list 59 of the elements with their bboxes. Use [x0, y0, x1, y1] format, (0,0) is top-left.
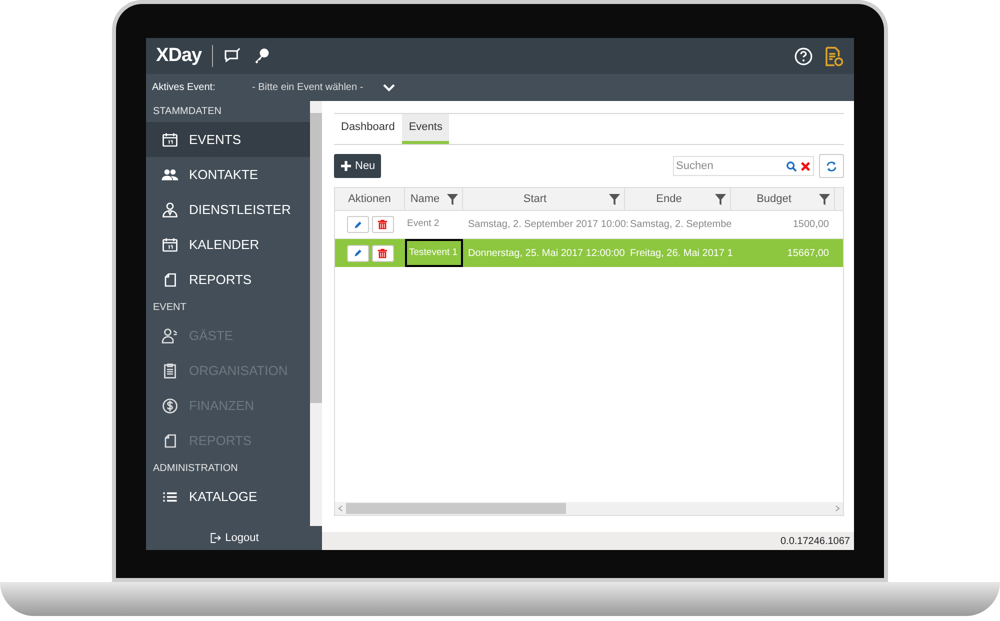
delete-button[interactable]	[372, 244, 394, 262]
sidebar-item[interactable]: KATALOGE	[146, 479, 310, 514]
table-cell-text: Freitag, 26. Mai 2017 1	[629, 246, 731, 260]
sidebar-item[interactable]: REPORTS	[146, 262, 310, 297]
sidebar-item[interactable]: KONTAKTE	[146, 157, 310, 192]
table-cell-text: 15667,00	[786, 246, 830, 260]
help-icon[interactable]	[794, 46, 813, 66]
edit-button[interactable]	[346, 216, 368, 233]
pencil-icon	[352, 248, 362, 258]
table-cell: Testevent 1	[405, 239, 463, 267]
dollar-icon	[161, 396, 179, 414]
section-heading: ADMINISTRATION	[152, 462, 239, 476]
trash-icon	[377, 248, 388, 258]
chevron-down-icon	[383, 84, 396, 92]
pencil-icon	[352, 220, 362, 230]
sidebar-item[interactable]: KALENDER	[146, 227, 310, 262]
section-heading: STAMMDATEN	[152, 105, 223, 119]
table-cell-text: Event 2	[406, 217, 440, 232]
document-refresh-icon[interactable]	[823, 46, 844, 66]
search-field[interactable]: Suchen	[674, 157, 783, 175]
sidebar-item[interactable]: DIENSTLEISTER	[146, 192, 310, 227]
delete-button[interactable]	[372, 216, 394, 233]
edit-button[interactable]	[346, 244, 368, 262]
key-icon[interactable]	[252, 47, 271, 65]
logout-button[interactable]: Logout	[209, 530, 259, 546]
section-heading: EVENT	[152, 301, 188, 315]
trash-icon	[377, 219, 388, 230]
tab[interactable]: Events	[402, 114, 450, 144]
table-cell-text: Donnerstag, 25. Mai 2017 12:00:00	[467, 246, 625, 260]
filter-icon[interactable]	[819, 194, 830, 204]
calendar-icon	[161, 236, 179, 254]
search-box[interactable]: Suchen	[673, 156, 814, 176]
tab[interactable]: Dashboard	[334, 114, 402, 144]
table-cell-text: 1500,00	[792, 218, 830, 232]
column-header[interactable]: Ende	[625, 188, 731, 210]
filter-icon[interactable]	[609, 194, 620, 204]
version-text: 0.0.17246.1067	[780, 534, 850, 548]
filter-icon[interactable]	[447, 194, 458, 204]
column-header[interactable]: Start	[463, 188, 625, 210]
sidebar-item[interactable]: EVENTS	[146, 122, 310, 157]
active-event-select[interactable]: - Bitte ein Event wählen -	[252, 80, 396, 95]
active-event-label: Aktives Event:	[152, 81, 216, 95]
app-logo: XDay	[156, 44, 202, 68]
clipboard-icon	[161, 362, 179, 380]
scrollbar[interactable]	[310, 101, 322, 526]
refresh-icon	[825, 160, 838, 172]
calendar-icon	[161, 130, 179, 148]
new-button[interactable]: Neu	[334, 154, 382, 178]
plus-icon	[340, 160, 352, 172]
column-header[interactable]: Budget	[731, 188, 835, 210]
column-header[interactable]: Aktionen	[335, 188, 405, 210]
refresh-button[interactable]	[819, 154, 844, 178]
logout-icon	[209, 532, 222, 544]
guest-icon	[161, 326, 179, 344]
filter-icon[interactable]	[715, 194, 726, 204]
clear-icon[interactable]	[800, 160, 811, 172]
search-icon[interactable]	[786, 160, 797, 172]
person-icon	[161, 200, 179, 218]
column-header[interactable]: Name	[405, 188, 463, 210]
